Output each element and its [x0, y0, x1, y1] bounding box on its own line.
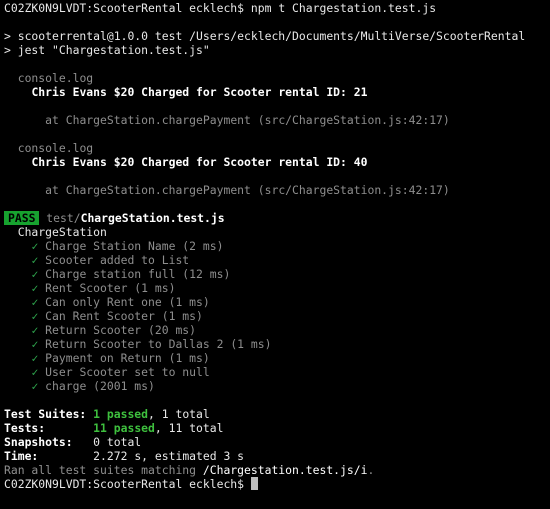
test-item: ✓ Return Scooter (20 ms)	[4, 323, 546, 337]
test-label: Return Scooter (20 ms)	[45, 323, 197, 337]
check-icon: ✓	[31, 309, 39, 323]
prompt-line: C02ZK0N9LVDT:ScooterRental ecklech$	[4, 477, 546, 491]
check-icon: ✓	[31, 253, 39, 267]
summary-tests: Tests: 11 passed, 11 total	[4, 421, 224, 435]
test-item: ✓ User Scooter set to null	[4, 365, 546, 379]
test-file: ChargeStation.test.js	[80, 211, 225, 225]
prompt-host: C02ZK0N9LVDT:ScooterRental ecklech$	[4, 477, 245, 491]
summary-time: Time: 2.272 s, estimated 3 s	[4, 449, 245, 463]
pass-badge: PASS	[4, 211, 40, 225]
terminal-cursor[interactable]	[250, 477, 258, 490]
test-dir: test/	[46, 211, 81, 225]
prompt-host: C02ZK0N9LVDT:ScooterRental ecklech$	[4, 1, 245, 15]
check-icon: ✓	[31, 365, 39, 379]
test-label: Payment on Return (1 ms)	[45, 351, 210, 365]
console-log-location: at ChargeStation.chargePayment (src/Char…	[45, 113, 450, 127]
suite-name: ChargeStation	[17, 225, 107, 239]
test-label: Return Scooter to Dallas 2 (1 ms)	[45, 337, 272, 351]
console-log-label: console.log	[17, 141, 94, 155]
check-icon: ✓	[31, 379, 39, 393]
test-item: ✓ Charge station full (12 ms)	[4, 267, 546, 281]
console-log-message: Chris Evans $20 Charged for Scooter rent…	[31, 85, 368, 99]
prompt-command: npm t Chargestation.test.js	[250, 1, 437, 15]
summary-suites: Test Suites: 1 passed, 1 total	[4, 407, 210, 421]
check-icon: ✓	[31, 267, 39, 281]
test-label: Can Rent Scooter (1 ms)	[45, 309, 203, 323]
summary-ran: Ran all test suites matching /Chargestat…	[4, 463, 375, 477]
test-result-line: PASS test/ChargeStation.test.js	[4, 211, 546, 225]
test-label: Scooter added to List	[45, 253, 190, 267]
test-item: ✓ Rent Scooter (1 ms)	[4, 281, 546, 295]
check-icon: ✓	[31, 351, 39, 365]
test-label: Can only Rent one (1 ms)	[45, 295, 210, 309]
test-label: Charge station full (12 ms)	[45, 267, 231, 281]
test-label: User Scooter set to null	[45, 365, 210, 379]
npm-output-line: > jest "Chargestation.test.js"	[4, 43, 210, 57]
check-icon: ✓	[31, 337, 39, 351]
test-list: ✓ Charge Station Name (2 ms) ✓ Scooter a…	[4, 239, 546, 393]
test-item: ✓ Return Scooter to Dallas 2 (1 ms)	[4, 337, 546, 351]
check-icon: ✓	[31, 239, 39, 253]
prompt-line: C02ZK0N9LVDT:ScooterRental ecklech$ npm …	[4, 1, 546, 15]
test-label: Rent Scooter (1 ms)	[45, 281, 176, 295]
summary-snapshots: Snapshots: 0 total	[4, 435, 142, 449]
test-item: ✓ Can Rent Scooter (1 ms)	[4, 309, 546, 323]
test-label: charge (2001 ms)	[45, 379, 155, 393]
npm-output-line: > scooterrental@1.0.0 test /Users/ecklec…	[4, 29, 526, 43]
test-item: ✓ Scooter added to List	[4, 253, 546, 267]
check-icon: ✓	[31, 281, 39, 295]
test-item: ✓ Charge Station Name (2 ms)	[4, 239, 546, 253]
check-icon: ✓	[31, 295, 39, 309]
test-item: ✓ charge (2001 ms)	[4, 379, 546, 393]
console-log-location: at ChargeStation.chargePayment (src/Char…	[45, 183, 450, 197]
terminal-window[interactable]: C02ZK0N9LVDT:ScooterRental ecklech$ npm …	[0, 1, 550, 509]
test-item: ✓ Can only Rent one (1 ms)	[4, 295, 546, 309]
test-item: ✓ Payment on Return (1 ms)	[4, 351, 546, 365]
console-log-label: console.log	[17, 71, 94, 85]
test-label: Charge Station Name (2 ms)	[45, 239, 224, 253]
console-log-message: Chris Evans $20 Charged for Scooter rent…	[31, 155, 368, 169]
check-icon: ✓	[31, 323, 39, 337]
